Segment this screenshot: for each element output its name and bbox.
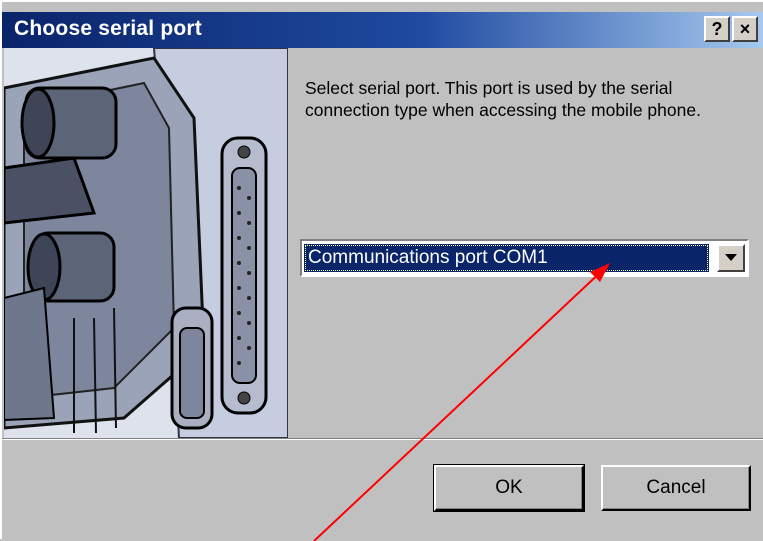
serial-port-select[interactable]: Communications port COM1 <box>300 239 749 277</box>
close-button[interactable]: × <box>732 16 758 42</box>
help-button[interactable]: ? <box>704 16 730 42</box>
serial-port-selected-value[interactable]: Communications port COM1 <box>304 244 709 272</box>
serial-cable-illustration <box>4 48 288 438</box>
ok-button[interactable]: OK <box>433 464 585 512</box>
description-text: Select serial port. This port is used by… <box>305 78 701 120</box>
dialog-window: Choose serial port ? × Select serial por… <box>0 0 763 541</box>
dialog-title: Choose serial port <box>14 17 202 40</box>
dropdown-arrow-icon[interactable] <box>717 244 745 272</box>
divider-highlight <box>2 439 763 440</box>
cancel-button[interactable]: Cancel <box>601 465 751 511</box>
title-bar: Choose serial port ? × <box>2 12 763 48</box>
